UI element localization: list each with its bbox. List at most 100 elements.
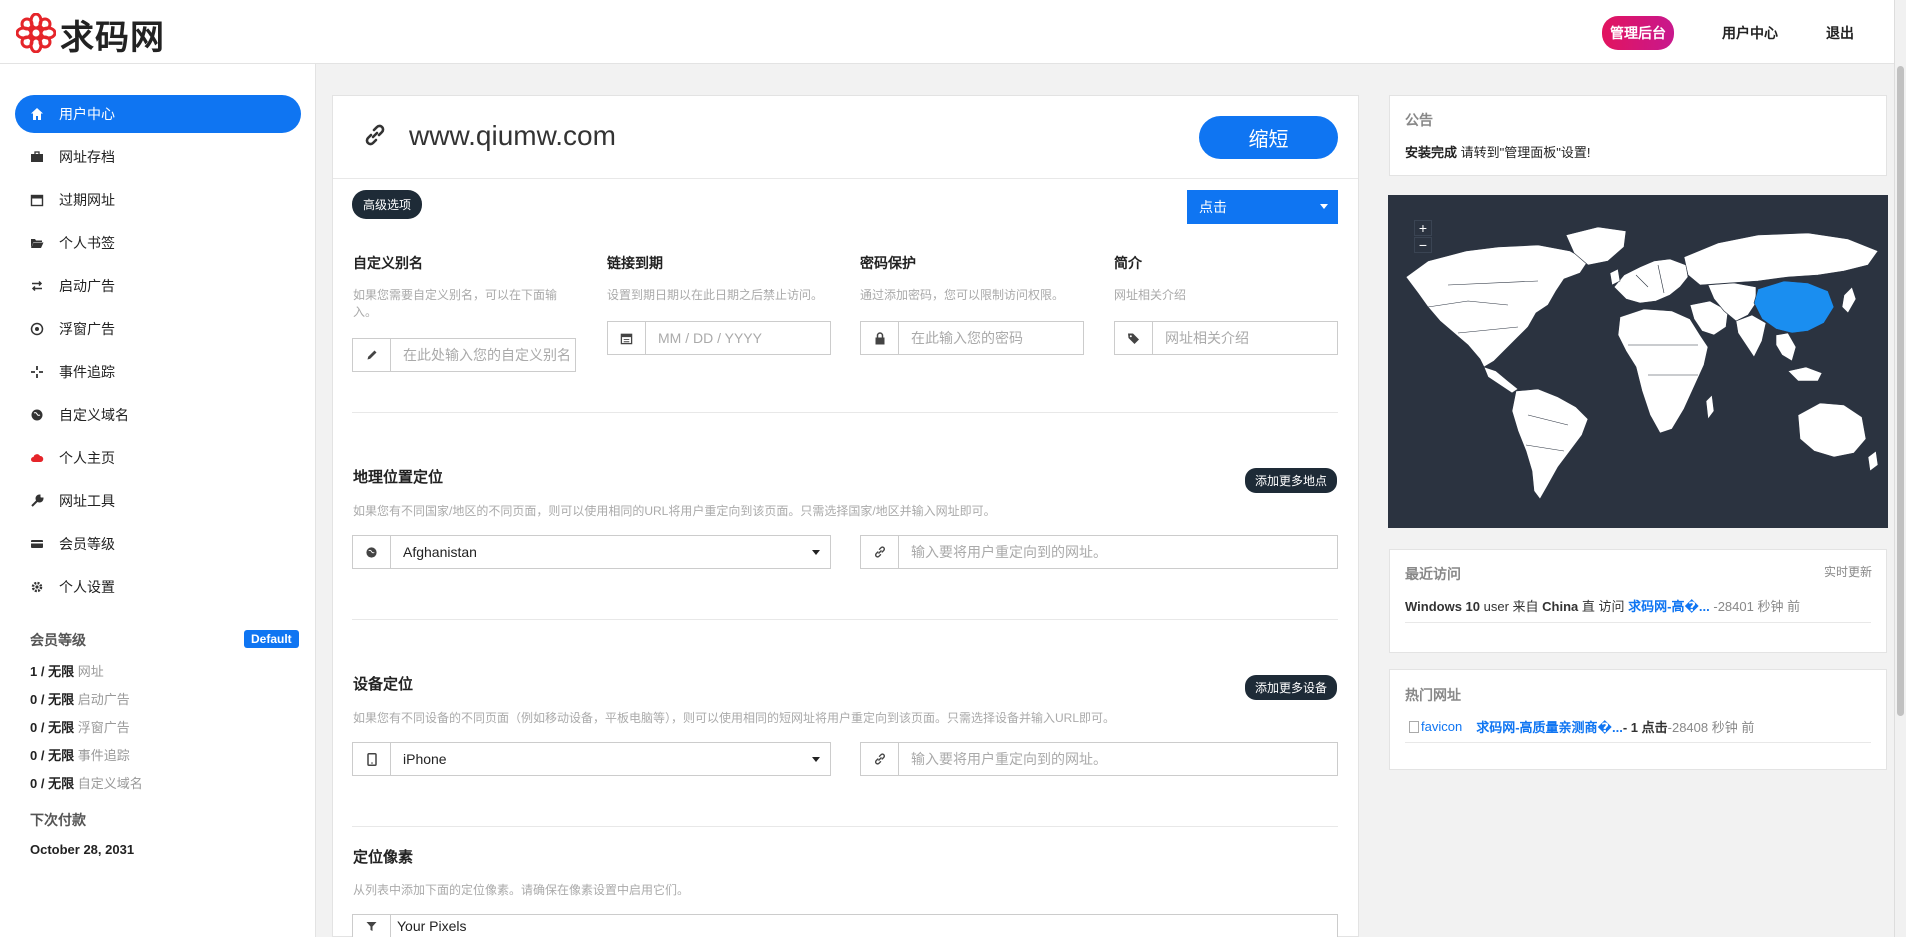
limit-count: 1 / 无限 bbox=[30, 664, 75, 679]
add-device-button[interactable]: 添加更多设备 bbox=[1245, 675, 1338, 700]
pixels-title: 定位像素 bbox=[353, 849, 414, 866]
country-select-group: Afghanistan bbox=[352, 535, 831, 569]
visitor-world-map[interactable]: + − bbox=[1388, 195, 1888, 528]
geo-title: 地理位置定位 bbox=[353, 469, 444, 486]
limit-row: 0 / 无限 自定义域名 bbox=[30, 773, 143, 792]
shorten-button[interactable]: 缩短 bbox=[1199, 116, 1338, 159]
country-select[interactable]: Afghanistan bbox=[391, 536, 830, 568]
limit-count: 0 / 无限 bbox=[30, 692, 75, 707]
hot-url-link[interactable]: 求码网-高质量亲测商�... bbox=[1476, 717, 1623, 736]
long-url-input[interactable]: www.qiumw.com bbox=[409, 120, 616, 152]
visit-link[interactable]: 求码网-高�... bbox=[1628, 599, 1710, 614]
sidebar-item-url-tools[interactable]: 网址工具 bbox=[15, 482, 301, 520]
description-help: 网址相关介绍 bbox=[1114, 288, 1187, 302]
chevron-down-icon bbox=[812, 550, 820, 555]
device-select-value: iPhone bbox=[403, 751, 447, 767]
map-zoom-in-button[interactable]: + bbox=[1414, 220, 1432, 236]
limit-label: 事件追踪 bbox=[77, 748, 130, 763]
limit-count: 0 / 无限 bbox=[30, 776, 75, 791]
page-scrollbar-top[interactable] bbox=[1894, 0, 1906, 64]
logout-link[interactable]: 退出 bbox=[1826, 23, 1854, 43]
next-payment-date: October 28, 2031 bbox=[30, 842, 135, 857]
alias-help: 如果您需要自定义别名，可以在下面输入。 bbox=[353, 288, 558, 319]
link-icon bbox=[861, 743, 899, 775]
top-navbar: 求码网 管理后台 用户中心 退出 bbox=[0, 0, 1906, 64]
map-country-china[interactable] bbox=[1753, 280, 1835, 334]
page-scrollbar[interactable] bbox=[1894, 64, 1906, 937]
map-zoom-out-button[interactable]: − bbox=[1414, 237, 1432, 253]
exchange-icon bbox=[29, 278, 45, 294]
password-field bbox=[860, 321, 1084, 355]
globe-icon bbox=[353, 536, 391, 568]
sidebar-item-overlay-ads[interactable]: 浮窗广告 bbox=[15, 310, 301, 348]
alias-input[interactable] bbox=[391, 339, 575, 371]
user-center-link[interactable]: 用户中心 bbox=[1722, 23, 1778, 43]
sidebar-item-label: 个人主页 bbox=[59, 450, 115, 466]
tag-icon bbox=[1115, 322, 1153, 354]
admin-panel-button[interactable]: 管理后台 bbox=[1602, 16, 1674, 50]
device-title: 设备定位 bbox=[353, 676, 414, 693]
sidebar-item-membership[interactable]: 会员等级 bbox=[15, 525, 301, 563]
sidebar-item-label: 启动广告 bbox=[59, 278, 115, 294]
broken-image-icon bbox=[1409, 720, 1419, 733]
password-label: 密码保护 bbox=[860, 255, 916, 271]
limit-label: 浮窗广告 bbox=[77, 720, 130, 735]
recent-visit-item: Windows 10 user 来自 China 直 访问 求码网-高�... … bbox=[1405, 596, 1800, 615]
limit-row: 0 / 无限 浮窗广告 bbox=[30, 717, 130, 736]
sidebar-item-settings[interactable]: 个人设置 bbox=[15, 568, 301, 606]
hot-url-item: favicon 求码网-高质量亲测商�... - 1 点击 -28408 秒钟 … bbox=[1409, 717, 1754, 736]
sidebar-item-label: 事件追踪 bbox=[59, 364, 115, 380]
brand-logo[interactable]: 求码网 bbox=[15, 10, 165, 59]
limit-count: 0 / 无限 bbox=[30, 748, 75, 763]
sidebar-item-profile-page[interactable]: 个人主页 bbox=[15, 439, 301, 477]
advanced-options-button[interactable]: 高级选项 bbox=[352, 190, 423, 219]
device-url-input[interactable] bbox=[899, 743, 1337, 775]
pixels-select[interactable]: Your Pixels bbox=[391, 915, 1337, 937]
country-select-value: Afghanistan bbox=[403, 544, 477, 560]
password-input[interactable] bbox=[899, 322, 1083, 354]
alias-label: 自定义别名 bbox=[353, 255, 423, 271]
recent-visits-title: 最近访问 bbox=[1405, 566, 1461, 582]
visit-time: -28401 秒钟 前 bbox=[1709, 599, 1801, 614]
sidebar-item-label: 个人设置 bbox=[59, 579, 115, 595]
sidebar-item-label: 自定义域名 bbox=[59, 407, 129, 423]
visit-user-from: user 来自 bbox=[1480, 599, 1543, 614]
add-location-button[interactable]: 添加更多地点 bbox=[1245, 468, 1338, 493]
sidebar-item-bookmarks[interactable]: 个人书签 bbox=[15, 224, 301, 262]
visit-country: China bbox=[1542, 599, 1579, 614]
section-divider bbox=[352, 412, 1338, 413]
calendar-icon bbox=[608, 322, 646, 354]
limit-label: 自定义域名 bbox=[77, 776, 143, 791]
sidebar-item-user-center[interactable]: 用户中心 bbox=[15, 95, 301, 133]
notice-strong: 安装完成 bbox=[1405, 145, 1458, 160]
gear-icon bbox=[29, 579, 45, 595]
sidebar-item-expired-urls[interactable]: 过期网址 bbox=[15, 181, 301, 219]
redirect-type-select[interactable]: 点击 bbox=[1187, 190, 1338, 224]
limit-row: 0 / 无限 启动广告 bbox=[30, 689, 130, 708]
cloud-icon bbox=[29, 450, 45, 466]
expiry-label: 链接到期 bbox=[607, 255, 663, 271]
brand-name: 求码网 bbox=[60, 18, 165, 58]
limit-label: 启动广告 bbox=[77, 692, 130, 707]
hot-urls-title: 热门网址 bbox=[1405, 687, 1461, 703]
device-help: 如果您有不同设备的不同页面（例如移动设备，平板电脑等），则可以使用相同的短网址将… bbox=[353, 711, 1116, 725]
sidebar-item-event-tracking[interactable]: 事件追踪 bbox=[15, 353, 301, 391]
calendar-icon bbox=[29, 192, 45, 208]
sidebar-item-custom-domain[interactable]: 自定义域名 bbox=[15, 396, 301, 434]
chevron-down-icon bbox=[812, 757, 820, 762]
dot-circle-icon bbox=[29, 321, 45, 337]
section-divider bbox=[352, 619, 1338, 620]
description-input[interactable] bbox=[1153, 322, 1337, 354]
sidebar-item-splash-ads[interactable]: 启动广告 bbox=[15, 267, 301, 305]
section-divider bbox=[352, 826, 1338, 827]
geo-url-input[interactable] bbox=[899, 536, 1337, 568]
scrollbar-thumb[interactable] bbox=[1897, 66, 1904, 716]
expiry-date-input[interactable] bbox=[646, 322, 830, 354]
globe-icon bbox=[29, 407, 45, 423]
flower-logo-icon bbox=[15, 12, 57, 56]
sidebar-item-url-archive[interactable]: 网址存档 bbox=[15, 138, 301, 176]
device-select[interactable]: iPhone bbox=[391, 743, 830, 775]
sidebar-item-label: 会员等级 bbox=[59, 536, 115, 552]
description-field bbox=[1114, 321, 1338, 355]
sidebar-item-label: 网址存档 bbox=[59, 149, 115, 165]
